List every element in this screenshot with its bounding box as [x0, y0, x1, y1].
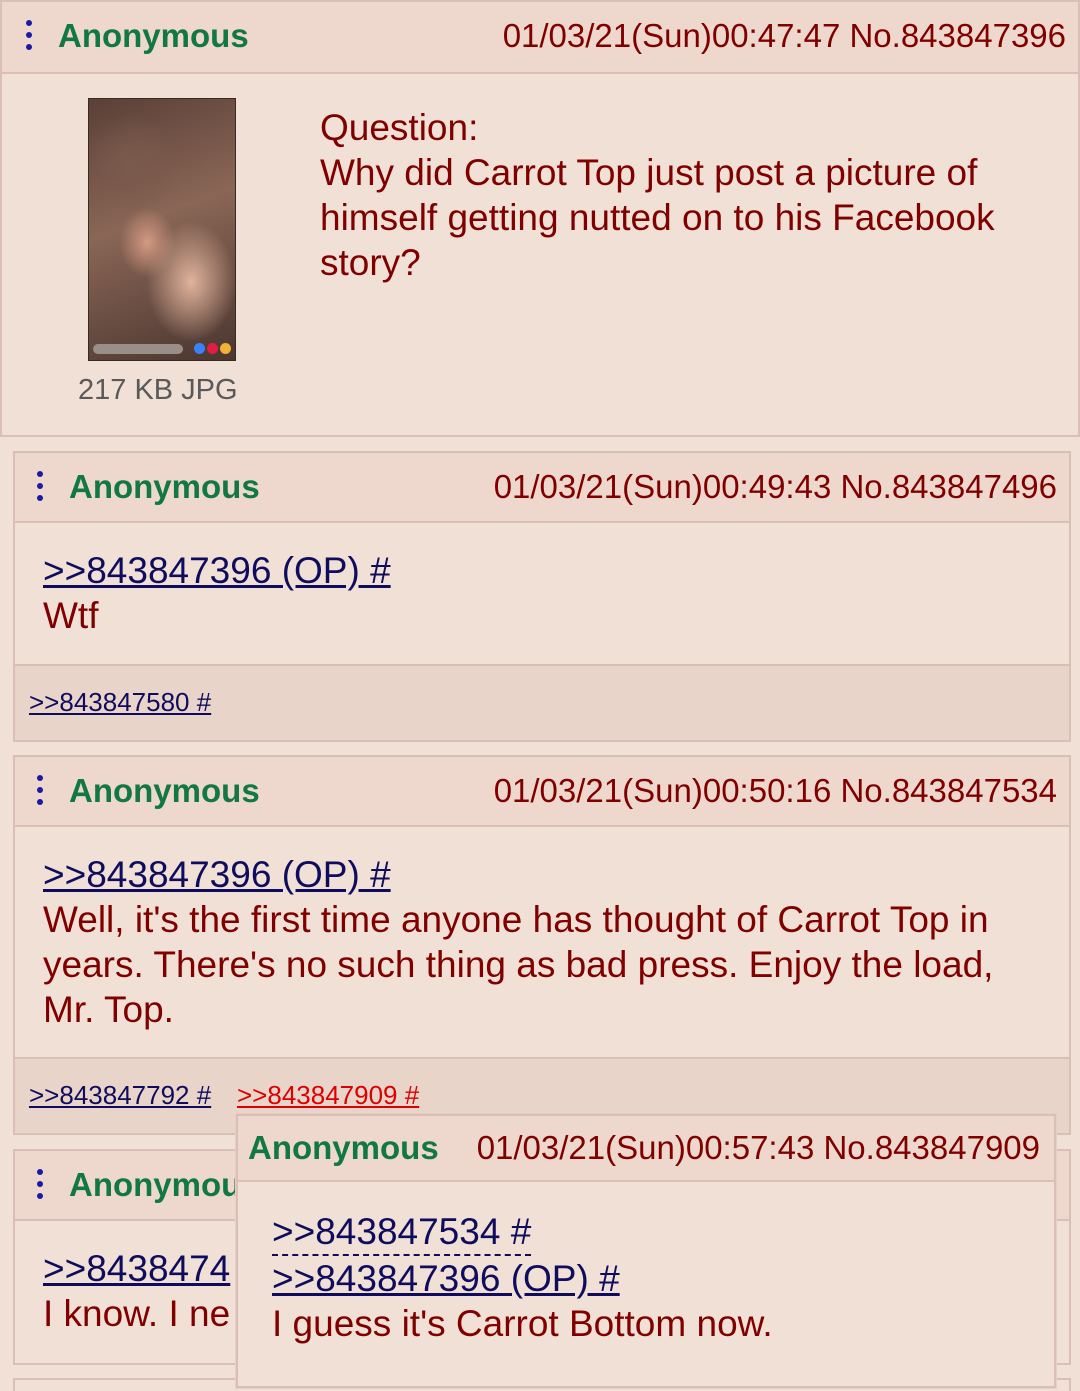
- popup-body: >>843847534 # >>843847396 (OP) # I guess…: [272, 1209, 1042, 1346]
- poster-name: Anonymous: [69, 468, 260, 505]
- quote-link-parent[interactable]: >>843847534 #: [272, 1209, 532, 1256]
- post-body: Question: Why did Carrot Top just post a…: [320, 105, 1060, 285]
- post-header: Anonymous 01/03/21(Sun)00:49:43 No.84384…: [15, 453, 1069, 523]
- backlink-active[interactable]: >>843847909 #: [237, 1080, 419, 1110]
- post-line: years. There's no such thing as bad pres…: [43, 944, 994, 985]
- post-line: Wtf: [43, 595, 99, 636]
- post-meta: 01/03/21(Sun)00:47:47 No.843847396: [503, 18, 1066, 54]
- post-date: 01/03/21(Sun)00:47:47: [502, 17, 841, 54]
- post-line: Why did Carrot Top just post a picture o…: [320, 152, 978, 193]
- quote-link-op[interactable]: >>843847396 (OP) #: [43, 548, 391, 593]
- quote-link-op[interactable]: >>843847396 (OP) #: [272, 1256, 620, 1301]
- backlink-active-label: >>843847909 #: [237, 1080, 420, 1110]
- reply-post: Anonymous 01/03/21(Sun)00:49:43 No.84384…: [13, 451, 1071, 742]
- quote-preview-popup: Anonymous 01/03/21(Sun)00:57:43 No.84384…: [236, 1114, 1056, 1388]
- popup-header: Anonymous 01/03/21(Sun)00:57:43 No.84384…: [238, 1116, 1054, 1182]
- post-number[interactable]: No.843847496: [840, 468, 1057, 505]
- post-number[interactable]: No.843847396: [849, 17, 1066, 54]
- reactions-icon: [194, 343, 231, 354]
- post-thumbnail-image[interactable]: [88, 98, 236, 361]
- poster-name: Anonymous: [69, 772, 260, 809]
- post-meta: 01/03/21(Sun)00:50:16 No.843847534: [494, 773, 1057, 809]
- poster-name: Anonymous: [58, 17, 249, 54]
- poster-name: Anonymous: [248, 1129, 439, 1166]
- poster-name: Anonymou: [69, 1166, 242, 1203]
- op-post: Anonymous 01/03/21(Sun)00:47:47 No.84384…: [0, 0, 1080, 437]
- post-menu-icon[interactable]: [37, 1169, 43, 1199]
- post-menu-icon[interactable]: [37, 471, 43, 501]
- post-line: story?: [320, 242, 421, 283]
- post-line: himself getting nutted on to his Faceboo…: [320, 197, 995, 238]
- share-bar: [93, 344, 183, 354]
- post-menu-icon[interactable]: [37, 775, 43, 805]
- post-body: >>843847396 (OP) # Wtf: [43, 548, 1043, 638]
- reply-post: Anonymous 01/03/21(Sun)00:50:16 No.84384…: [13, 755, 1071, 1135]
- post-header: Anonymous 01/03/21(Sun)00:50:16 No.84384…: [15, 757, 1069, 827]
- post-meta: 01/03/21(Sun)00:49:43 No.843847496: [494, 469, 1057, 505]
- quote-link-op[interactable]: >>8438474: [43, 1246, 230, 1291]
- post-line: Mr. Top.: [43, 989, 174, 1030]
- post-line: I know. I ne: [43, 1293, 231, 1334]
- post-meta: 01/03/21(Sun)00:57:43 No.843847909: [477, 1130, 1040, 1166]
- post-menu-icon[interactable]: [26, 20, 32, 50]
- post-line: Well, it's the first time anyone has tho…: [43, 899, 989, 940]
- backlinks-bar: >>843847580 #: [15, 664, 1069, 740]
- backlink[interactable]: >>843847580 #: [29, 687, 211, 717]
- backlink[interactable]: >>843847792 #: [29, 1080, 211, 1110]
- post-body: >>8438474 I know. I ne: [43, 1246, 243, 1336]
- post-header: Anonymous 01/03/21(Sun)00:47:47 No.84384…: [2, 2, 1078, 74]
- post-number[interactable]: No.843847909: [823, 1129, 1040, 1166]
- file-info[interactable]: 217 KB JPG: [78, 374, 238, 407]
- post-body: >>843847396 (OP) # Well, it's the first …: [43, 852, 1063, 1032]
- popup-text: I guess it's Carrot Bottom now.: [272, 1303, 773, 1344]
- post-date: 01/03/21(Sun)00:57:43: [476, 1129, 815, 1166]
- post-date: 01/03/21(Sun)00:50:16: [493, 772, 832, 809]
- post-number[interactable]: No.843847534: [840, 772, 1057, 809]
- quote-link-op[interactable]: >>843847396 (OP) #: [43, 852, 391, 897]
- post-date: 01/03/21(Sun)00:49:43: [493, 468, 832, 505]
- post-line: Question:: [320, 107, 479, 148]
